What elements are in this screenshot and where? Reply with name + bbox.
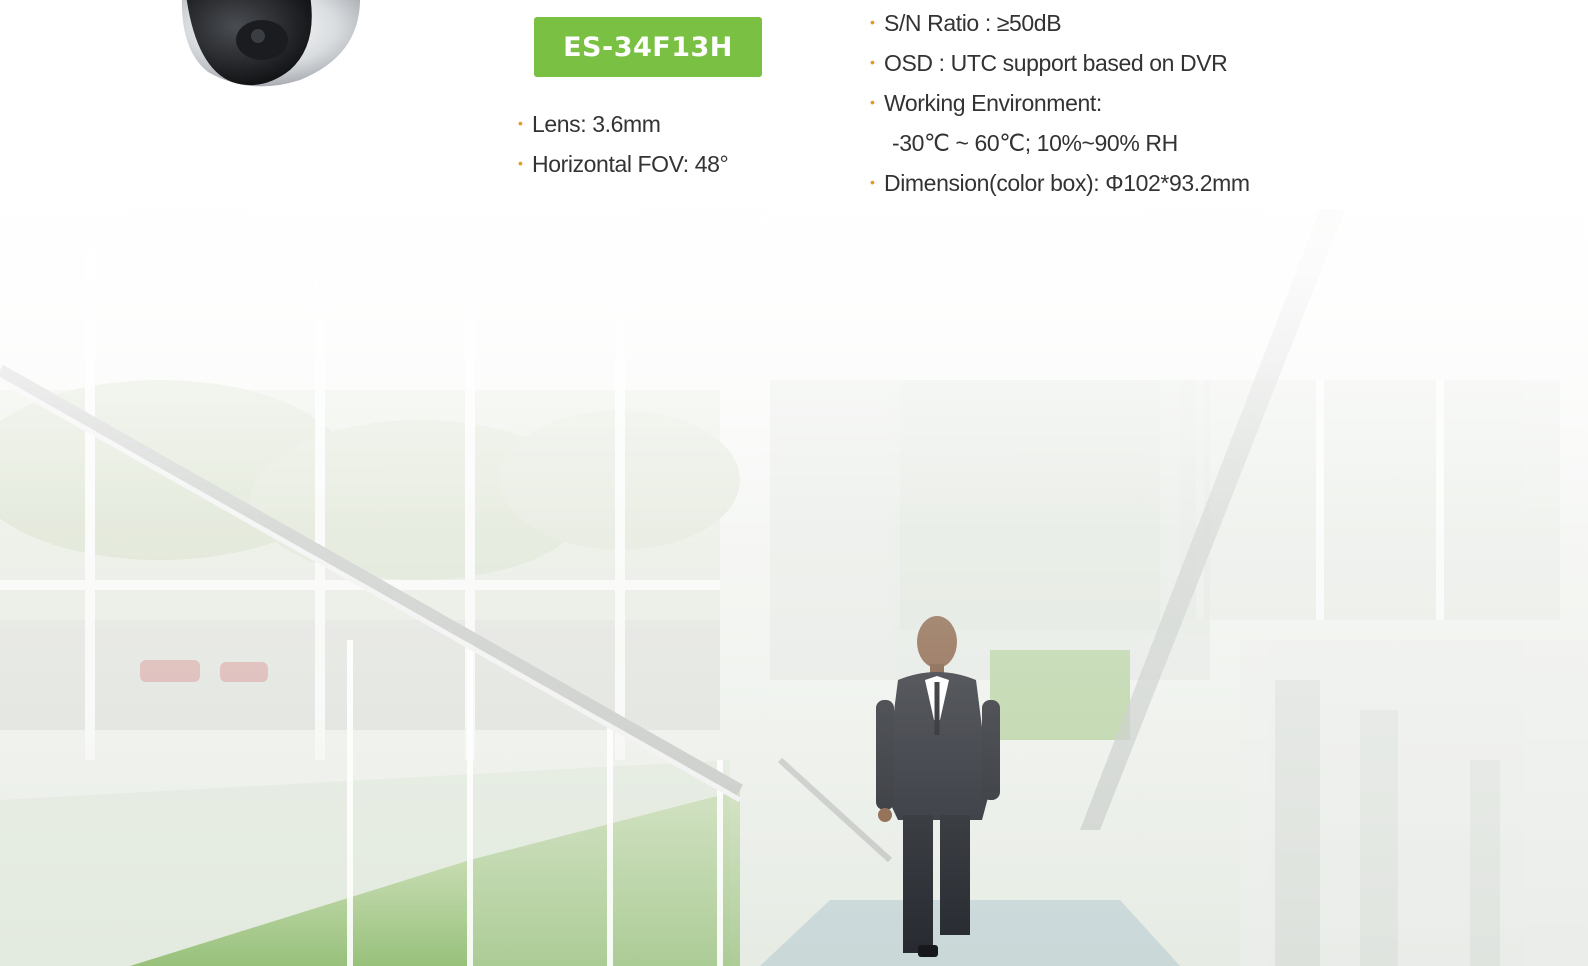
spec-item-fov: • Horizontal FOV: 48°	[518, 144, 729, 184]
model-name-badge: ES-34F13H	[534, 17, 762, 77]
spec-item-environment-range: -30℃ ~ 60℃; 10%~90% RH	[892, 130, 1178, 156]
spec-item-sn-ratio: • S/N Ratio : ≥50dB	[870, 3, 1250, 43]
bullet-icon: •	[518, 114, 523, 131]
bullet-icon: •	[870, 13, 875, 30]
spec-item-osd: • OSD : UTC support based on DVR	[870, 43, 1250, 83]
bullet-icon: •	[870, 53, 875, 70]
bullet-icon: •	[870, 173, 875, 190]
bullet-icon: •	[518, 154, 523, 171]
spec-item-dimension: • Dimension(color box): Φ102*93.2mm	[870, 163, 1250, 203]
spec-item-working-environment: • Working Environment:	[870, 83, 1250, 123]
spec-list-right: • S/N Ratio : ≥50dB • OSD : UTC support ba…	[870, 3, 1250, 203]
spec-list-left: • Lens: 3.6mm • Horizontal FOV: 48°	[518, 104, 729, 184]
background-photo	[0, 0, 1588, 966]
bullet-icon: •	[870, 93, 875, 110]
spec-item-lens: • Lens: 3.6mm	[518, 104, 728, 144]
